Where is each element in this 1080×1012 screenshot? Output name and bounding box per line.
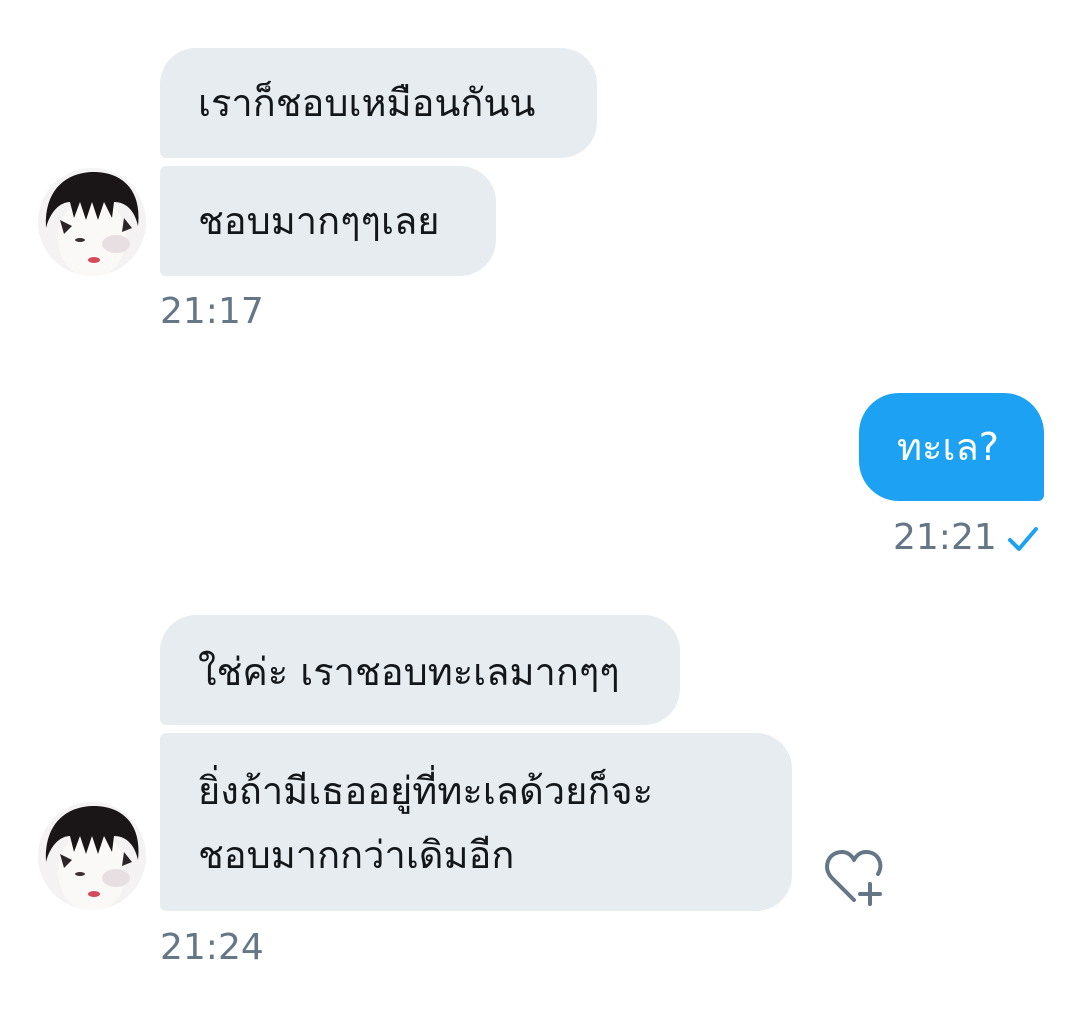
incoming-message-bubble[interactable]: ยิ่งถ้ามีเธออยู่ที่ทะเลด้วยก็จะ ชอบมากกว… [160,733,792,911]
sender-avatar[interactable] [38,168,146,276]
message-timestamp: 21:17 [160,291,264,332]
heart-plus-icon[interactable] [820,846,892,910]
incoming-message-bubble[interactable]: เราก็ชอบเหมือนกันน [160,48,597,158]
incoming-message-bubble[interactable]: ชอบมากๆๆเลย [160,166,496,276]
message-timestamp: 21:21 [893,517,997,558]
message-text: ใช่ค่ะ เราชอบทะเลมากๆๆ [198,650,620,694]
incoming-message-bubble[interactable]: ใช่ค่ะ เราชอบทะเลมากๆๆ [160,615,680,725]
dm-conversation: เราก็ชอบเหมือนกันน ชอบมากๆๆเลย 21:17 ทะเ… [0,0,1080,1012]
sender-avatar[interactable] [38,802,146,910]
message-text-line: ชอบมากกว่าเดิมอีก [198,833,515,877]
avatar-image [38,802,146,910]
outgoing-message-bubble[interactable]: ทะเล? [859,393,1044,501]
message-text: เราก็ชอบเหมือนกันน [198,81,536,125]
avatar-image [38,168,146,276]
message-text: ชอบมากๆๆเลย [198,199,440,243]
message-text: ทะเล? [897,425,999,469]
message-timestamp: 21:24 [160,927,264,968]
check-icon [1008,527,1038,551]
message-text-line: ยิ่งถ้ามีเธออยู่ที่ทะเลด้วยก็จะ [198,769,654,813]
